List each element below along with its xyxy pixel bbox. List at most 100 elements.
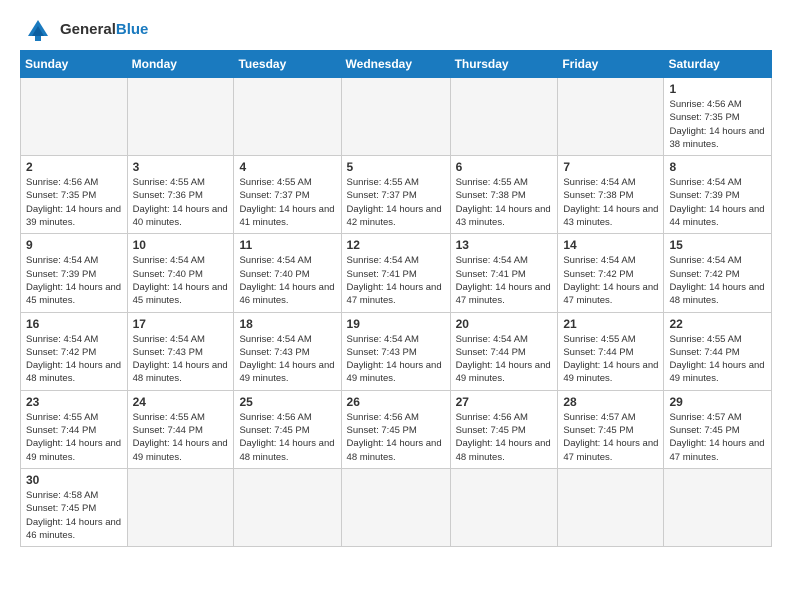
day-info: Sunrise: 4:54 AM Sunset: 7:41 PM Dayligh… (456, 254, 553, 307)
day-number: 18 (239, 317, 335, 331)
calendar-cell: 7Sunrise: 4:54 AM Sunset: 7:38 PM Daylig… (558, 156, 664, 234)
calendar-cell (341, 78, 450, 156)
day-number: 22 (669, 317, 766, 331)
day-info: Sunrise: 4:56 AM Sunset: 7:45 PM Dayligh… (456, 411, 553, 464)
day-number: 4 (239, 160, 335, 174)
calendar-cell: 21 Sunrise: 4:55 AM Sunset: 7:44 PM Dayli… (558, 312, 664, 390)
calendar-week-row: 23Sunrise: 4:55 AM Sunset: 7:44 PM Dayli… (21, 390, 772, 468)
day-info: Sunrise: 4:55 AM Sunset: 7:44 PM Dayligh… (133, 411, 229, 464)
weekday-header-row: SundayMondayTuesdayWednesdayThursdayFrid… (21, 51, 772, 78)
day-info: Sunrise: 4:55 AM Sunset: 7:36 PM Dayligh… (133, 176, 229, 229)
calendar-cell: 10Sunrise: 4:54 AM Sunset: 7:40 PM Dayli… (127, 234, 234, 312)
calendar-cell: 17 Sunrise: 4:54 AM Sunset: 7:43 PM Dayli… (127, 312, 234, 390)
calendar-cell (341, 468, 450, 546)
day-number: 3 (133, 160, 229, 174)
day-number: 28 (563, 395, 658, 409)
calendar-cell: 25 Sunrise: 4:56 AM Sunset: 7:45 PM Dayli… (234, 390, 341, 468)
calendar-cell: 9 Sunrise: 4:54 AM Sunset: 7:39 PM Daylig… (21, 234, 128, 312)
calendar-cell: 2 Sunrise: 4:56 AM Sunset: 7:35 PM Daylig… (21, 156, 128, 234)
day-info: Sunrise: 4:55 AM Sunset: 7:38 PM Dayligh… (456, 176, 553, 229)
day-number: 20 (456, 317, 553, 331)
day-number: 24 (133, 395, 229, 409)
calendar-cell: 18 Sunrise: 4:54 AM Sunset: 7:43 PM Dayli… (234, 312, 341, 390)
calendar-cell: 30Sunrise: 4:58 AM Sunset: 7:45 PM Dayli… (21, 468, 128, 546)
day-number: 14 (563, 238, 658, 252)
calendar-cell: 24 Sunrise: 4:55 AM Sunset: 7:44 PM Dayli… (127, 390, 234, 468)
calendar-cell: 26 Sunrise: 4:56 AM Sunset: 7:45 PM Dayli… (341, 390, 450, 468)
logo: GeneralBlue (20, 16, 148, 44)
calendar-cell: 5Sunrise: 4:55 AM Sunset: 7:37 PM Daylig… (341, 156, 450, 234)
day-info: Sunrise: 4:54 AM Sunset: 7:43 PM Dayligh… (133, 333, 229, 386)
day-number: 6 (456, 160, 553, 174)
logo-text: GeneralBlue (60, 22, 148, 39)
day-info: Sunrise: 4:56 AM Sunset: 7:45 PM Dayligh… (239, 411, 335, 464)
day-info: Sunrise: 4:54 AM Sunset: 7:43 PM Dayligh… (347, 333, 445, 386)
day-number: 26 (347, 395, 445, 409)
calendar-cell: 28Sunrise: 4:57 AM Sunset: 7:45 PM Dayli… (558, 390, 664, 468)
day-number: 11 (239, 238, 335, 252)
calendar-week-row: 1Sunrise: 4:56 AM Sunset: 7:35 PM Daylig… (21, 78, 772, 156)
calendar-week-row: 16 Sunrise: 4:54 AM Sunset: 7:42 PM Dayli… (21, 312, 772, 390)
calendar-cell: 15Sunrise: 4:54 AM Sunset: 7:42 PM Dayli… (664, 234, 772, 312)
day-number: 19 (347, 317, 445, 331)
calendar-cell: 4Sunrise: 4:55 AM Sunset: 7:37 PM Daylig… (234, 156, 341, 234)
day-number: 21 (563, 317, 658, 331)
calendar-cell (127, 468, 234, 546)
calendar-cell (558, 468, 664, 546)
calendar-cell: 1Sunrise: 4:56 AM Sunset: 7:35 PM Daylig… (664, 78, 772, 156)
calendar-cell (234, 78, 341, 156)
calendar-cell: 8Sunrise: 4:54 AM Sunset: 7:39 PM Daylig… (664, 156, 772, 234)
day-number: 27 (456, 395, 553, 409)
calendar-cell (450, 468, 558, 546)
day-info: Sunrise: 4:54 AM Sunset: 7:42 PM Dayligh… (669, 254, 766, 307)
day-info: Sunrise: 4:54 AM Sunset: 7:40 PM Dayligh… (239, 254, 335, 307)
day-info: Sunrise: 4:55 AM Sunset: 7:44 PM Dayligh… (563, 333, 658, 386)
day-info: Sunrise: 4:54 AM Sunset: 7:41 PM Dayligh… (347, 254, 445, 307)
day-info: Sunrise: 4:56 AM Sunset: 7:45 PM Dayligh… (347, 411, 445, 464)
day-info: Sunrise: 4:54 AM Sunset: 7:44 PM Dayligh… (456, 333, 553, 386)
day-number: 2 (26, 160, 122, 174)
calendar-cell (234, 468, 341, 546)
day-number: 5 (347, 160, 445, 174)
day-number: 16 (26, 317, 122, 331)
day-info: Sunrise: 4:58 AM Sunset: 7:45 PM Dayligh… (26, 489, 122, 542)
day-number: 10 (133, 238, 229, 252)
calendar-cell: 29Sunrise: 4:57 AM Sunset: 7:45 PM Dayli… (664, 390, 772, 468)
day-info: Sunrise: 4:56 AM Sunset: 7:35 PM Dayligh… (26, 176, 122, 229)
day-number: 12 (347, 238, 445, 252)
calendar-cell: 13 Sunrise: 4:54 AM Sunset: 7:41 PM Dayli… (450, 234, 558, 312)
weekday-header-thursday: Thursday (450, 51, 558, 78)
day-number: 7 (563, 160, 658, 174)
calendar-cell: 23Sunrise: 4:55 AM Sunset: 7:44 PM Dayli… (21, 390, 128, 468)
day-number: 13 (456, 238, 553, 252)
weekday-header-monday: Monday (127, 51, 234, 78)
weekday-header-wednesday: Wednesday (341, 51, 450, 78)
calendar-cell: 19 Sunrise: 4:54 AM Sunset: 7:43 PM Dayli… (341, 312, 450, 390)
logo-icon (20, 16, 56, 44)
calendar-cell: 6 Sunrise: 4:55 AM Sunset: 7:38 PM Daylig… (450, 156, 558, 234)
calendar-cell (21, 78, 128, 156)
weekday-header-friday: Friday (558, 51, 664, 78)
calendar-cell (127, 78, 234, 156)
weekday-header-tuesday: Tuesday (234, 51, 341, 78)
day-info: Sunrise: 4:54 AM Sunset: 7:43 PM Dayligh… (239, 333, 335, 386)
day-info: Sunrise: 4:55 AM Sunset: 7:44 PM Dayligh… (669, 333, 766, 386)
calendar-week-row: 9 Sunrise: 4:54 AM Sunset: 7:39 PM Daylig… (21, 234, 772, 312)
day-number: 17 (133, 317, 229, 331)
calendar-cell (558, 78, 664, 156)
day-number: 25 (239, 395, 335, 409)
calendar-week-row: 30Sunrise: 4:58 AM Sunset: 7:45 PM Dayli… (21, 468, 772, 546)
day-info: Sunrise: 4:54 AM Sunset: 7:42 PM Dayligh… (26, 333, 122, 386)
day-info: Sunrise: 4:54 AM Sunset: 7:39 PM Dayligh… (26, 254, 122, 307)
calendar-cell: 3 Sunrise: 4:55 AM Sunset: 7:36 PM Daylig… (127, 156, 234, 234)
day-number: 1 (669, 82, 766, 96)
weekday-header-sunday: Sunday (21, 51, 128, 78)
calendar-cell (664, 468, 772, 546)
calendar-cell: 27 Sunrise: 4:56 AM Sunset: 7:45 PM Dayli… (450, 390, 558, 468)
day-number: 9 (26, 238, 122, 252)
calendar: SundayMondayTuesdayWednesdayThursdayFrid… (20, 50, 772, 547)
day-number: 8 (669, 160, 766, 174)
calendar-cell (450, 78, 558, 156)
day-info: Sunrise: 4:55 AM Sunset: 7:44 PM Dayligh… (26, 411, 122, 464)
calendar-cell: 22 Sunrise: 4:55 AM Sunset: 7:44 PM Dayli… (664, 312, 772, 390)
